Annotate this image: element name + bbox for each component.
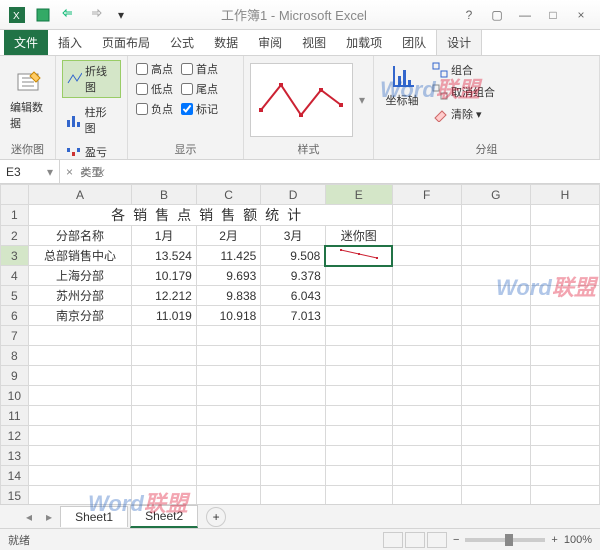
sheet-tabs: ◂ ▸ Sheet1 Sheet2 + <box>0 504 600 528</box>
chk-markers[interactable]: 标记 <box>179 100 220 118</box>
name-box[interactable]: E3▾ <box>0 160 60 183</box>
tab-addins[interactable]: 加载项 <box>336 30 392 55</box>
close-icon[interactable]: × <box>568 4 594 26</box>
ribbon-group-group: 坐标轴 组合 取消组合 清除 ▾ 分组 <box>374 56 600 159</box>
winloss-icon <box>66 144 82 160</box>
redo-icon[interactable] <box>84 4 106 26</box>
edit-data-button[interactable]: 编辑数据 <box>6 66 49 133</box>
cancel-formula-icon[interactable]: × <box>66 165 73 179</box>
ribbon-group-sparkline: 编辑数据 迷你图 <box>0 56 56 159</box>
chk-high-point[interactable]: 高点 <box>134 60 175 78</box>
ribbon-group-label: 迷你图 <box>6 139 49 157</box>
group-combine-button[interactable]: 组合 <box>428 60 499 80</box>
zoom-out-icon[interactable]: − <box>453 534 459 546</box>
eraser-icon <box>432 106 448 122</box>
sheet-tab-active[interactable]: Sheet2 <box>130 505 198 528</box>
sparkline-preview-icon <box>256 75 346 125</box>
line-chart-icon <box>67 71 82 87</box>
zoom-slider[interactable] <box>465 538 545 542</box>
axis-icon <box>388 62 416 90</box>
view-buttons[interactable] <box>383 532 447 548</box>
sheet-nav-next-icon[interactable]: ▸ <box>40 510 58 524</box>
fx-icon[interactable]: fx <box>95 165 104 179</box>
tab-page-layout[interactable]: 页面布局 <box>92 30 160 55</box>
tab-view[interactable]: 视图 <box>292 30 336 55</box>
ribbon-group-show: 高点 低点 负点 首点 尾点 标记 显示 <box>128 56 244 159</box>
save-icon[interactable] <box>32 4 54 26</box>
chk-last-point[interactable]: 尾点 <box>179 80 220 98</box>
type-column-button[interactable]: 柱形图 <box>62 102 121 138</box>
col-header[interactable]: B <box>132 185 197 205</box>
excel-icon[interactable]: X <box>6 4 28 26</box>
formula-bar: E3▾ × ✓ fx <box>0 160 600 184</box>
chk-first-point[interactable]: 首点 <box>179 60 220 78</box>
tab-design[interactable]: 设计 <box>436 29 482 55</box>
undo-icon[interactable] <box>58 4 80 26</box>
ribbon-group-type: 折线图 柱形图 盈亏 类型 <box>56 56 128 159</box>
tab-file[interactable]: 文件 <box>4 30 48 55</box>
ribbon-collapse-icon[interactable]: ▢ <box>484 4 510 26</box>
ribbon: 编辑数据 迷你图 折线图 柱形图 盈亏 类型 高点 低点 负点 首点 尾点 标记… <box>0 56 600 160</box>
status-ready: 就绪 <box>8 532 30 548</box>
axis-button[interactable]: 坐标轴 <box>380 60 424 110</box>
ribbon-group-label: 样式 <box>250 139 367 157</box>
sheet-nav-prev-icon[interactable]: ◂ <box>20 510 38 524</box>
group-clear-button[interactable]: 清除 ▾ <box>428 104 499 124</box>
tab-team[interactable]: 团队 <box>392 30 436 55</box>
col-header[interactable]: C <box>196 185 261 205</box>
combine-icon <box>432 62 448 78</box>
ribbon-group-label: 显示 <box>134 139 237 157</box>
col-header[interactable]: E <box>325 185 392 205</box>
col-header[interactable]: G <box>461 185 530 205</box>
tab-insert[interactable]: 插入 <box>48 30 92 55</box>
ribbon-group-label: 分组 <box>380 139 593 157</box>
ribbon-group-style: ▾ 样式 <box>244 56 374 159</box>
selected-cell-E3[interactable] <box>325 246 392 266</box>
quick-access-toolbar: X ▾ <box>6 4 132 26</box>
title-bar: X ▾ 工作簿1 - Microsoft Excel ? ▢ — □ × <box>0 0 600 30</box>
gallery-dropdown-icon[interactable]: ▾ <box>357 91 367 109</box>
minimize-icon[interactable]: — <box>512 4 538 26</box>
select-all-cell[interactable] <box>1 185 29 205</box>
zoom-in-icon[interactable]: + <box>551 534 557 546</box>
formula-input[interactable] <box>110 160 600 183</box>
tab-formulas[interactable]: 公式 <box>160 30 204 55</box>
status-bar: 就绪 − + 100% <box>0 528 600 550</box>
add-sheet-button[interactable]: + <box>206 507 226 527</box>
group-ungroup-button[interactable]: 取消组合 <box>428 82 499 102</box>
type-line-button[interactable]: 折线图 <box>62 60 121 98</box>
chk-low-point[interactable]: 低点 <box>134 80 175 98</box>
table-title[interactable]: 各销售点销售额统计 <box>28 205 392 226</box>
col-header[interactable]: H <box>530 185 599 205</box>
edit-data-icon <box>14 68 42 96</box>
col-header[interactable]: A <box>28 185 132 205</box>
window-controls: ? ▢ — □ × <box>456 4 594 26</box>
col-header[interactable]: F <box>392 185 461 205</box>
help-icon[interactable]: ? <box>456 4 482 26</box>
tab-review[interactable]: 审阅 <box>248 30 292 55</box>
window-title: 工作簿1 - Microsoft Excel <box>132 5 456 24</box>
qat-dropdown-icon[interactable]: ▾ <box>110 4 132 26</box>
enter-formula-icon[interactable]: ✓ <box>79 165 89 179</box>
zoom-level[interactable]: 100% <box>564 534 592 546</box>
maximize-icon[interactable]: □ <box>540 4 566 26</box>
spreadsheet-grid[interactable]: A B C D E F G H 1各销售点销售额统计 2 分部名称 1月 2月 … <box>0 184 600 504</box>
chk-neg-point[interactable]: 负点 <box>134 100 175 118</box>
tab-data[interactable]: 数据 <box>204 30 248 55</box>
style-gallery[interactable] <box>250 63 353 137</box>
col-header[interactable]: D <box>261 185 326 205</box>
ribbon-tabs: 文件 插入 页面布局 公式 数据 审阅 视图 加载项 团队 设计 <box>0 30 600 56</box>
svg-text:X: X <box>13 11 20 22</box>
ungroup-icon <box>432 84 448 100</box>
column-chart-icon <box>66 112 82 128</box>
sheet-tab[interactable]: Sheet1 <box>60 506 128 527</box>
type-winloss-button[interactable]: 盈亏 <box>62 142 121 162</box>
